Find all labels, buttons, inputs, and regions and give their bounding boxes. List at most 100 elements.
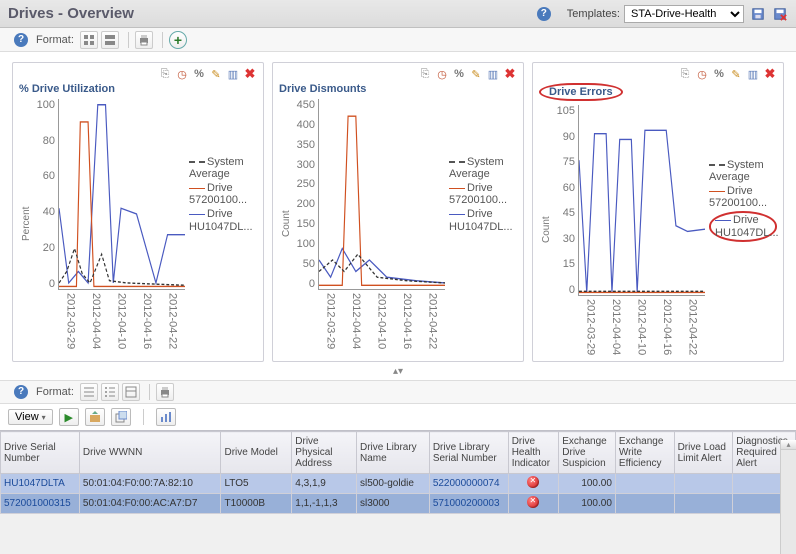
separator — [149, 384, 150, 400]
column-header[interactable]: Exchange Drive Suspicion — [559, 432, 616, 474]
legend-item: Drive HU1047DL... — [189, 208, 257, 232]
column-header[interactable]: Drive Load Limit Alert — [674, 432, 733, 474]
y-axis: 100806040200 — [34, 99, 58, 290]
copy-icon[interactable]: ⎘ — [418, 67, 432, 81]
cell-libname: sl3000 — [357, 494, 430, 514]
detail-view-button[interactable] — [122, 383, 140, 401]
clock-icon[interactable]: ◷ — [175, 67, 189, 81]
cell-model: LTO5 — [221, 474, 292, 494]
percent-icon[interactable]: % — [192, 67, 206, 81]
drives-table-wrap: Drive Serial NumberDrive WWNNDrive Model… — [0, 430, 796, 514]
templates-select[interactable]: STA-Drive-Health — [624, 5, 744, 23]
legend-item: Drive 57200100... — [709, 185, 777, 209]
print-button[interactable] — [135, 31, 153, 49]
legend-item: Drive 57200100... — [189, 182, 257, 206]
edit-icon[interactable]: ✎ — [729, 67, 743, 81]
run-button[interactable]: ▶ — [59, 408, 79, 426]
y-axis: 450400350300250200150100500 — [294, 99, 318, 290]
separator — [143, 409, 144, 425]
column-header[interactable]: Exchange Write Efficiency — [615, 432, 674, 474]
table-row[interactable]: HU1047DLTA50:01:04:F0:00:7A:82:10LTO54,3… — [1, 474, 796, 494]
drives-table[interactable]: Drive Serial NumberDrive WWNNDrive Model… — [0, 431, 796, 514]
format-label: Format: — [36, 386, 74, 398]
cell-health — [508, 474, 559, 494]
cell-suspicion: 100.00 — [559, 474, 616, 494]
legend-item: System Average — [449, 156, 517, 180]
percent-icon[interactable]: % — [712, 67, 726, 81]
help-icon[interactable]: ? — [14, 385, 28, 399]
close-icon[interactable]: ✖ — [243, 67, 257, 81]
cell-model: T10000B — [221, 494, 292, 514]
close-icon[interactable]: ✖ — [503, 67, 517, 81]
column-header[interactable]: Drive Library Name — [357, 432, 430, 474]
cell-libserial: 522000000074 — [429, 474, 508, 494]
legend-item: System Average — [709, 159, 777, 183]
cell-addr: 1,1,-1,1,3 — [292, 494, 357, 514]
collapse-handle[interactable]: ▴▾ — [0, 366, 796, 380]
card-view-button[interactable] — [101, 31, 119, 49]
separator — [162, 32, 163, 48]
help-icon[interactable]: ? — [537, 7, 551, 21]
clock-icon[interactable]: ◷ — [435, 67, 449, 81]
copy-icon[interactable]: ⎘ — [158, 67, 172, 81]
column-header[interactable]: Drive WWNN — [79, 432, 221, 474]
page-title: Drives - Overview — [8, 5, 531, 22]
format-label: Format: — [36, 34, 74, 46]
percent-icon[interactable]: % — [452, 67, 466, 81]
copy-icon[interactable]: ⎘ — [678, 67, 692, 81]
plot-area — [578, 105, 705, 296]
legend-item: System Average — [189, 156, 257, 180]
chart-panel: ⎘◷%✎▥✖Drive DismountsCount45040035030025… — [272, 62, 524, 362]
chart-button[interactable] — [156, 408, 176, 426]
bar-icon[interactable]: ▥ — [226, 67, 240, 81]
grid-view-button[interactable] — [80, 31, 98, 49]
legend: System AverageDrive 57200100...Drive HU1… — [445, 99, 517, 290]
cell-writeeff — [615, 474, 674, 494]
x-axis: 2012-03-292012-04-042012-04-102012-04-16… — [318, 290, 445, 349]
panels-container: ⎘◷%✎▥✖% Drive UtilizationPercent10080604… — [0, 52, 796, 366]
chart-panel: ⎘◷%✎▥✖% Drive UtilizationPercent10080604… — [12, 62, 264, 362]
y-axis-label: Count — [539, 105, 554, 355]
separator — [128, 32, 129, 48]
column-header[interactable]: Drive Health Indicator — [508, 432, 559, 474]
delete-template-button[interactable] — [772, 6, 788, 22]
table-row[interactable]: 57200100031550:01:04:F0:00:AC:A7:D7T1000… — [1, 494, 796, 514]
bar-icon[interactable]: ▥ — [746, 67, 760, 81]
lower-toolbar: ? Format: — [0, 380, 796, 404]
bar-icon[interactable]: ▥ — [486, 67, 500, 81]
table-header-row: Drive Serial NumberDrive WWNNDrive Model… — [1, 432, 796, 474]
detach-button[interactable] — [111, 408, 131, 426]
health-bad-icon — [527, 496, 539, 508]
close-icon[interactable]: ✖ — [763, 67, 777, 81]
view-menu-button[interactable]: View — [8, 409, 53, 425]
export-button[interactable] — [85, 408, 105, 426]
cell-loadlimit — [674, 494, 733, 514]
edit-icon[interactable]: ✎ — [469, 67, 483, 81]
cell-serial: 572001000315 — [1, 494, 80, 514]
print-button[interactable] — [156, 383, 174, 401]
column-header[interactable]: Drive Serial Number — [1, 432, 80, 474]
column-header[interactable]: Drive Physical Address — [292, 432, 357, 474]
cell-wwnn: 50:01:04:F0:00:AC:A7:D7 — [79, 494, 221, 514]
cell-health — [508, 494, 559, 514]
x-axis: 2012-03-292012-04-042012-04-102012-04-16… — [58, 290, 185, 349]
edit-icon[interactable]: ✎ — [209, 67, 223, 81]
templates-label: Templates: — [567, 8, 620, 20]
column-header[interactable]: Drive Library Serial Number — [429, 432, 508, 474]
cell-wwnn: 50:01:04:F0:00:7A:82:10 — [79, 474, 221, 494]
cell-libserial: 571000200003 — [429, 494, 508, 514]
health-bad-icon — [527, 476, 539, 488]
cell-libname: sl500-goldie — [357, 474, 430, 494]
bullet-view-button[interactable] — [101, 383, 119, 401]
help-icon[interactable]: ? — [14, 33, 28, 47]
cell-suspicion: 100.00 — [559, 494, 616, 514]
vertical-scrollbar[interactable] — [780, 440, 796, 554]
list-view-button[interactable] — [80, 383, 98, 401]
save-template-button[interactable] — [750, 6, 766, 22]
clock-icon[interactable]: ◷ — [695, 67, 709, 81]
panel-title: Drive Errors — [539, 83, 777, 101]
column-header[interactable]: Drive Model — [221, 432, 292, 474]
add-panel-button[interactable]: + — [169, 31, 187, 49]
y-axis-label: Count — [279, 99, 294, 349]
x-axis: 2012-03-292012-04-042012-04-102012-04-16… — [578, 296, 705, 355]
